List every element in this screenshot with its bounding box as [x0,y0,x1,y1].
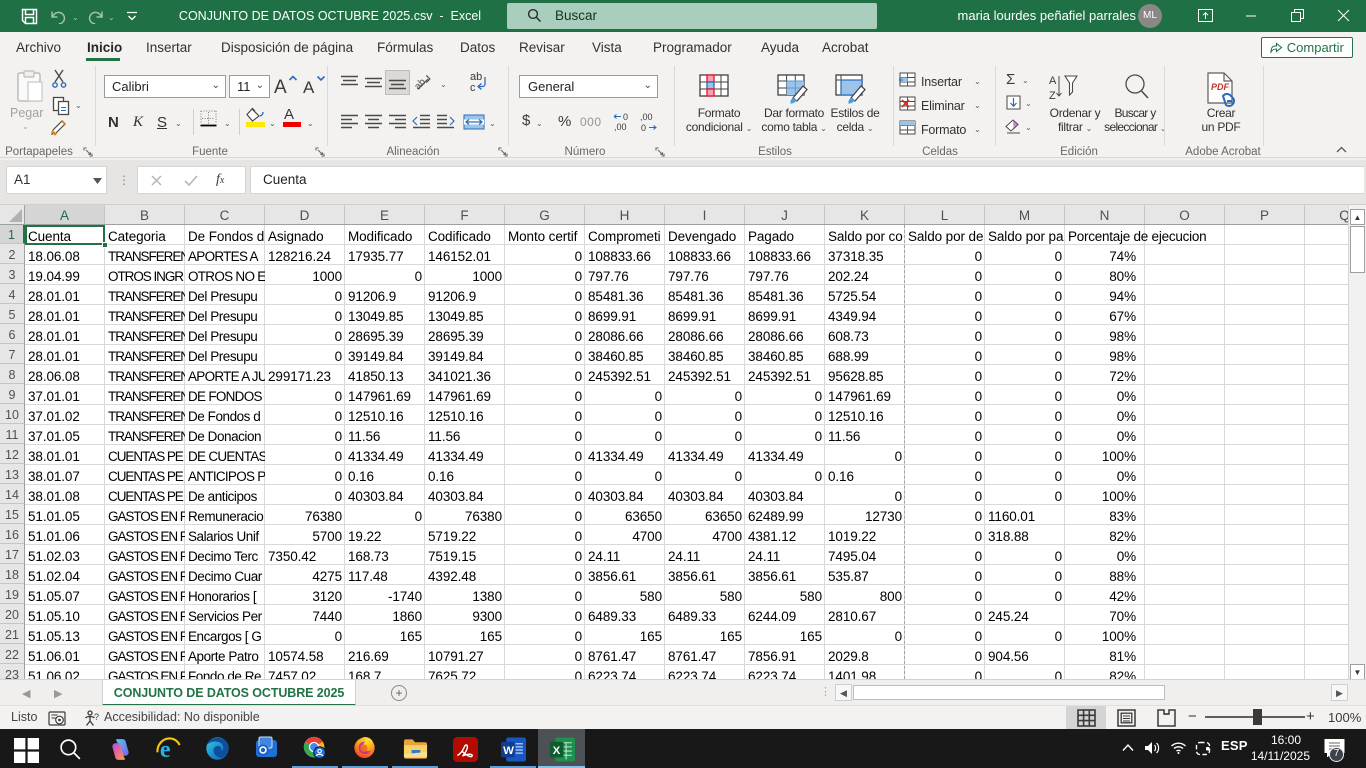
svg-text:0: 0 [623,112,628,122]
svg-text:X: X [553,745,561,757]
svg-text:,00: ,00 [640,112,653,122]
svg-text:ab: ab [415,76,428,92]
svg-text:W: W [503,745,514,757]
svg-text:c: c [470,82,476,94]
svg-text:A: A [1049,75,1057,87]
svg-text:A: A [274,77,287,96]
svg-text:A: A [303,78,315,96]
svg-text:PDF: PDF [1211,82,1230,92]
svg-text:,00: ,00 [614,122,627,132]
svg-text:Z: Z [1049,90,1056,102]
svg-text:0: 0 [641,123,646,132]
svg-text:?: ? [94,712,99,722]
